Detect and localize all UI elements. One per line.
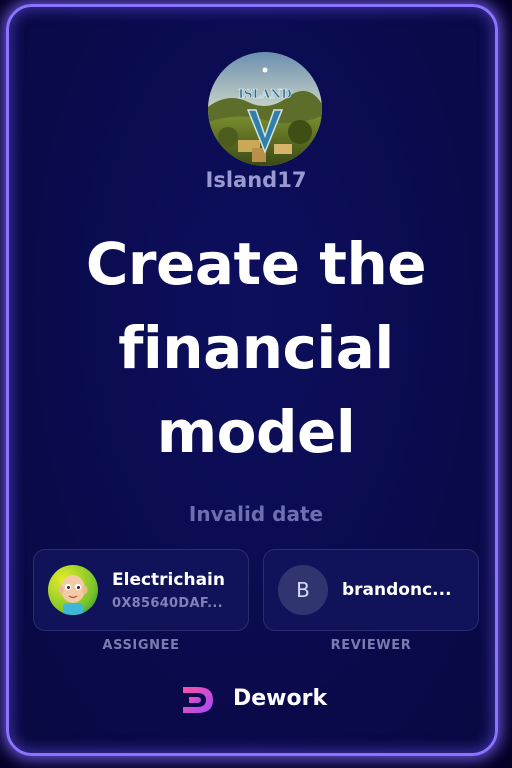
task-title-line: model — [156, 398, 356, 466]
reviewer-label: REVIEWER — [330, 638, 412, 653]
page-background: ISLAND Island17 Create the financial mod… — [0, 0, 512, 768]
due-date: Invalid date — [188, 502, 324, 526]
org-logo-text: ISLAND — [238, 87, 291, 101]
assignee-label: ASSIGNEE — [102, 638, 180, 653]
dework-brand-name: Dework — [233, 686, 328, 711]
reviewer-name: brandonc... — [342, 580, 452, 600]
reviewer-card[interactable]: B brandonc... — [263, 549, 479, 631]
task-title-line: Create the — [85, 230, 427, 298]
dework-logo-icon — [183, 687, 213, 713]
reviewer-avatar: B — [278, 565, 328, 615]
assignee-card[interactable]: Electrichain 0X85640DAF... — [33, 549, 249, 631]
org-avatar: ISLAND — [208, 52, 322, 166]
org-avatar-image: ISLAND — [208, 52, 322, 166]
assignee-address: 0X85640DAF... — [112, 596, 223, 611]
task-title: Create the financial model — [30, 222, 482, 474]
assignee-avatar — [48, 565, 98, 615]
cartoon-face-icon — [48, 565, 98, 615]
assignee-name: Electrichain — [112, 570, 225, 590]
org-name[interactable]: Island17 — [0, 168, 512, 192]
task-title-line: financial — [118, 314, 394, 382]
